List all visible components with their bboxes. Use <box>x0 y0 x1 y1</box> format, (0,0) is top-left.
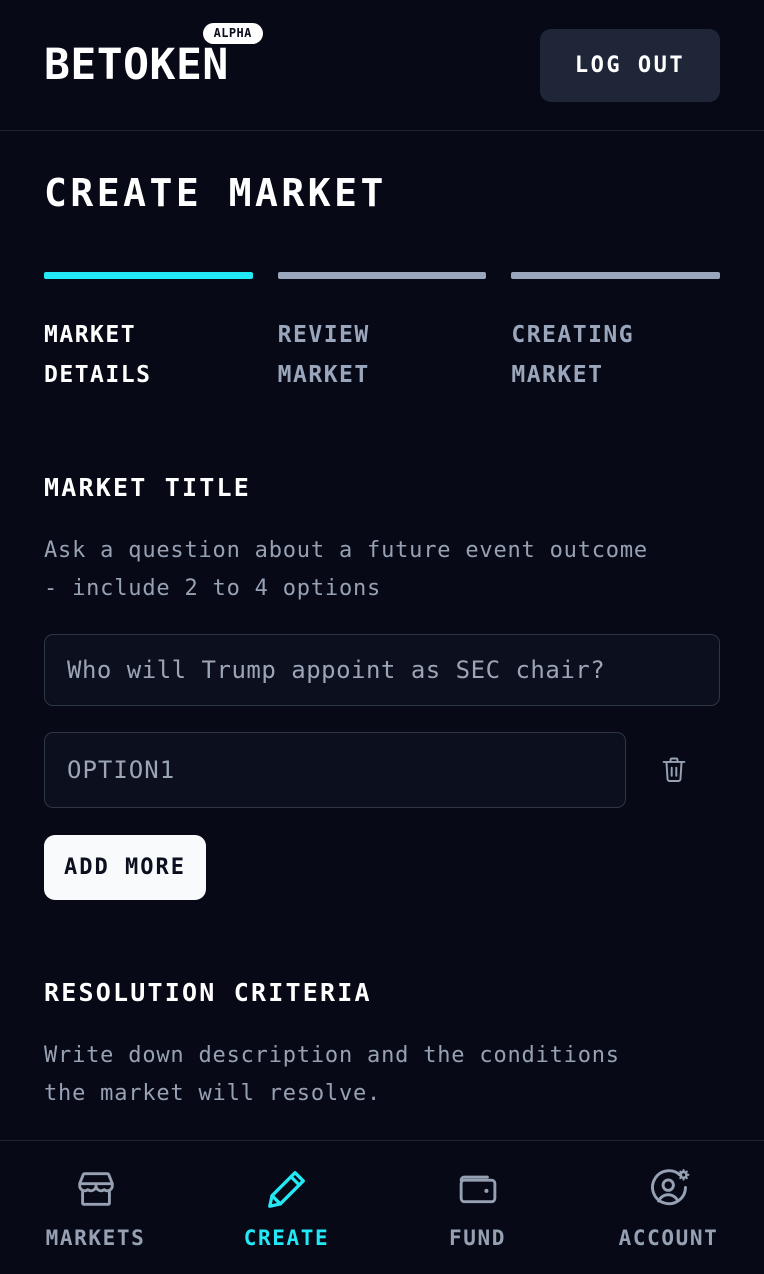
market-title-heading: MARKET TITLE <box>44 473 252 502</box>
step-label-creating-market: CREATING MARKET <box>511 322 635 388</box>
bottom-navigation: MARKETS CREATE FUND ACCOUNT <box>0 1140 764 1274</box>
market-title-help-text: Ask a question about a future event outc… <box>44 538 648 601</box>
step-label-review-market: REVIEW MARKET <box>277 322 370 388</box>
step-bar-market-details <box>44 272 253 279</box>
delete-option-button[interactable] <box>656 751 692 789</box>
step-label-market-details: MARKET DETAILS <box>44 322 152 388</box>
resolution-criteria-section: RESOLUTION CRITERIA Write down descripti… <box>44 978 720 1113</box>
pencil-icon <box>264 1166 310 1212</box>
nav-label-markets: MARKETS <box>45 1225 146 1250</box>
market-title-input[interactable] <box>44 634 720 706</box>
step-creating-market[interactable]: CREATING MARKET <box>511 272 721 395</box>
nav-item-account[interactable]: ACCOUNT <box>573 1166 764 1250</box>
nav-item-fund[interactable]: FUND <box>382 1166 573 1250</box>
user-gear-icon <box>646 1166 692 1212</box>
step-bar-creating-market <box>511 272 721 279</box>
nav-item-create[interactable]: CREATE <box>191 1166 382 1250</box>
resolution-criteria-help-text: Write down description and the condition… <box>44 1043 620 1106</box>
wallet-icon <box>455 1166 501 1212</box>
resolution-criteria-heading: RESOLUTION CRITERIA <box>44 978 372 1007</box>
alpha-badge: ALPHA <box>202 22 263 44</box>
option1-input[interactable] <box>44 732 626 808</box>
nav-label-account: ACCOUNT <box>618 1225 719 1250</box>
brand-name: BETOKEN <box>44 39 229 90</box>
brand-logo: BETOKEN ALPHA <box>44 22 263 90</box>
market-title-section: MARKET TITLE Ask a question about a futu… <box>44 473 720 900</box>
add-more-option-button[interactable]: ADD MORE <box>44 835 206 900</box>
trash-icon <box>662 757 686 782</box>
nav-item-markets[interactable]: MARKETS <box>0 1166 191 1250</box>
logout-button[interactable]: LOG OUT <box>540 28 720 102</box>
app-header: BETOKEN ALPHA LOG OUT <box>0 0 764 131</box>
main-content: CREATE MARKET MARKET DETAILS REVIEW MARK… <box>0 131 764 1140</box>
step-bar-review-market <box>277 272 487 279</box>
page-title: CREATE MARKET <box>44 171 387 215</box>
progress-stepper: MARKET DETAILS REVIEW MARKET CREATING MA… <box>44 272 721 395</box>
nav-label-create: CREATE <box>243 1225 330 1250</box>
step-review-market[interactable]: REVIEW MARKET <box>277 272 487 395</box>
option-row <box>44 732 720 808</box>
step-market-details[interactable]: MARKET DETAILS <box>44 272 253 395</box>
nav-label-fund: FUND <box>449 1225 506 1250</box>
storefront-icon <box>73 1166 119 1212</box>
